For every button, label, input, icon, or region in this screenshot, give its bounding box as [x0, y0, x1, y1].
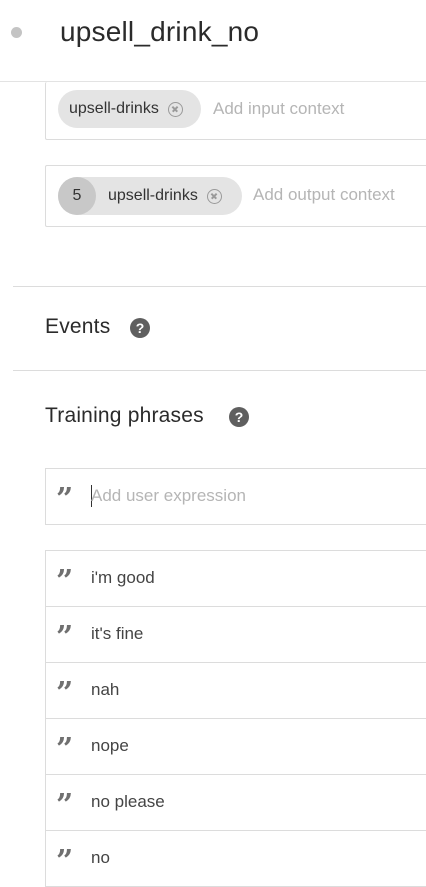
intent-title[interactable]: upsell_drink_no — [60, 13, 259, 51]
output-context-placeholder[interactable]: Add output context — [253, 185, 395, 205]
context-lifespan-badge[interactable]: 5 — [58, 177, 96, 215]
training-phrase-row[interactable]: ” nah — [46, 663, 426, 719]
remove-output-context-icon[interactable] — [206, 188, 222, 204]
events-title[interactable]: Events — [45, 315, 110, 339]
training-phrase-row[interactable]: ” no — [46, 831, 426, 887]
quote-icon: ” — [56, 732, 73, 767]
events-help-icon[interactable]: ? — [130, 318, 150, 338]
training-phrases-help-icon[interactable]: ? — [229, 407, 249, 427]
quote-icon: ” — [56, 788, 73, 823]
training-phrase-text[interactable]: nope — [91, 736, 129, 756]
output-context-field[interactable]: 5 upsell-drinks Add output context — [45, 165, 426, 227]
quote-icon: ” — [56, 564, 73, 599]
quote-icon: ” — [56, 676, 73, 711]
intent-status-dot — [11, 27, 22, 38]
input-context-chip-label: upsell-drinks — [69, 100, 159, 117]
training-phrase-row[interactable]: ” no please — [46, 775, 426, 831]
training-phrases-title: Training phrases — [45, 404, 204, 427]
training-phrase-text[interactable]: it's fine — [91, 624, 143, 644]
training-phrase-row[interactable]: ” it's fine — [46, 607, 426, 663]
add-user-expression-input[interactable]: ” Add user expression — [45, 468, 426, 525]
input-context-placeholder[interactable]: Add input context — [213, 99, 344, 119]
training-phrase-text[interactable]: no please — [91, 792, 165, 812]
section-divider — [13, 370, 426, 371]
section-divider — [13, 286, 426, 287]
output-context-chip-label: upsell-drinks — [108, 187, 198, 204]
training-phrase-text[interactable]: i'm good — [91, 568, 155, 588]
input-context-field[interactable]: upsell-drinks Add input context — [45, 82, 426, 140]
training-phrase-text[interactable]: no — [91, 848, 110, 868]
quote-icon: ” — [56, 482, 73, 517]
quote-icon: ” — [56, 620, 73, 655]
user-expression-placeholder[interactable]: Add user expression — [91, 486, 246, 506]
input-context-chip[interactable]: upsell-drinks — [58, 90, 201, 128]
quote-icon: ” — [56, 844, 73, 879]
training-phrase-list: ” i'm good ” it's fine ” nah ” nope ” no… — [45, 550, 426, 887]
training-phrase-row[interactable]: ” i'm good — [46, 551, 426, 607]
training-phrase-text[interactable]: nah — [91, 680, 119, 700]
output-context-chip[interactable]: 5 upsell-drinks — [58, 177, 242, 215]
training-phrase-row[interactable]: ” nope — [46, 719, 426, 775]
remove-input-context-icon[interactable] — [167, 101, 183, 117]
